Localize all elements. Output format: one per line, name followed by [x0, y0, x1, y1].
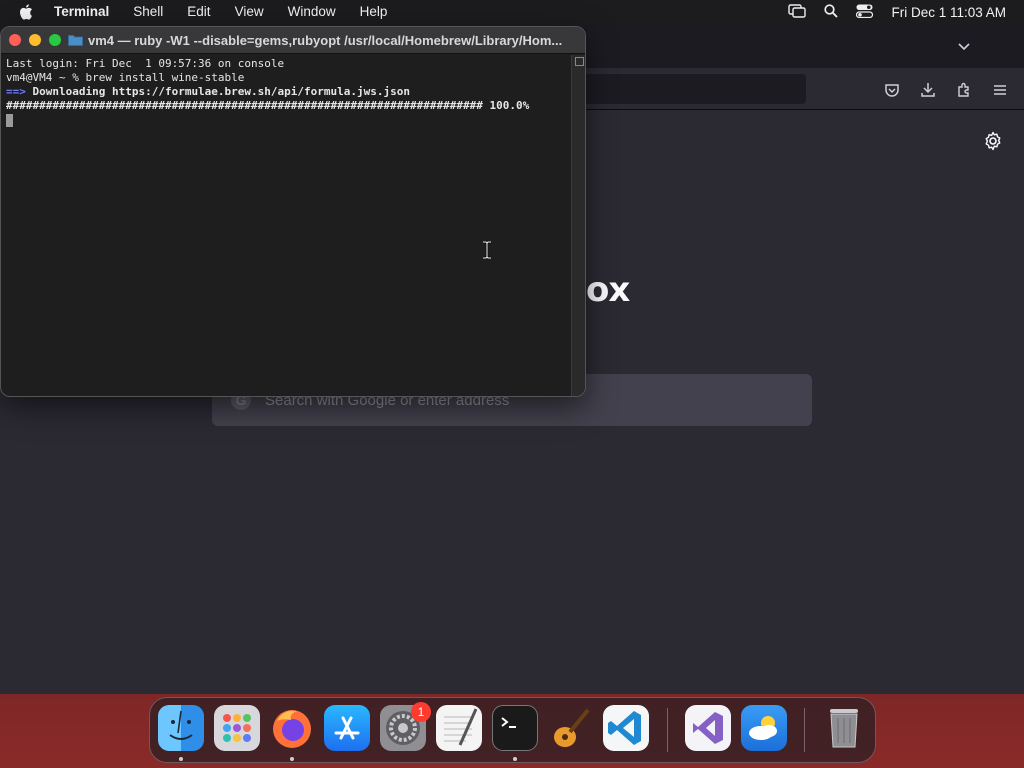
dock-vscode-icon[interactable] — [603, 705, 649, 751]
terminal-title-bar[interactable]: vm4 — ruby -W1 --disable=gems,rubyopt /u… — [1, 27, 585, 54]
apple-icon[interactable] — [16, 4, 36, 20]
ibeam-cursor-icon — [482, 240, 492, 260]
pocket-icon[interactable] — [883, 81, 901, 99]
close-button[interactable] — [9, 34, 21, 46]
finder-running-dot — [179, 757, 183, 761]
dock-terminal-icon[interactable] — [492, 705, 538, 751]
menu-app-terminal[interactable]: Terminal — [50, 0, 121, 24]
dock — [149, 697, 876, 763]
dock-visual-studio-icon[interactable] — [685, 705, 731, 751]
extensions-icon[interactable] — [955, 81, 973, 99]
menu-help[interactable]: Help — [348, 0, 400, 24]
gear-icon[interactable] — [983, 131, 1003, 151]
folder-icon — [68, 33, 83, 46]
dock-trash-icon[interactable] — [821, 705, 867, 751]
terminal-window[interactable]: vm4 — ruby -W1 --disable=gems,rubyopt /u… — [0, 26, 586, 397]
dock-textedit-icon[interactable] — [436, 705, 482, 751]
menu-clock[interactable]: Fri Dec 1 11:03 AM — [891, 5, 1006, 20]
terminal-title: vm4 — ruby -W1 --disable=gems,rubyopt /u… — [88, 33, 563, 48]
menu-view[interactable]: View — [223, 0, 276, 24]
dock-launchpad-icon[interactable] — [214, 705, 260, 751]
terminal-running-dot — [513, 757, 517, 761]
menu-bar: Terminal Shell Edit View Window Help Fri… — [0, 0, 1024, 24]
downloads-icon[interactable] — [919, 81, 937, 99]
list-all-tabs-icon[interactable] — [956, 38, 972, 54]
control-center-icon[interactable] — [856, 4, 874, 21]
login-line: Last login: Fri Dec 1 09:57:36 on consol… — [6, 57, 285, 70]
cursor-line — [6, 113, 571, 127]
menu-shell[interactable]: Shell — [121, 0, 175, 24]
prompt-line: vm4@VM4 ~ % brew install wine-stable — [6, 71, 245, 84]
download-text: Downloading https://formulae.brew.sh/api… — [25, 85, 410, 98]
firefox-running-dot — [290, 757, 294, 761]
text-cursor — [6, 114, 13, 127]
notification-badge: 1 — [411, 702, 431, 722]
terminal-output[interactable]: Last login: Fri Dec 1 09:57:36 on consol… — [1, 55, 571, 396]
menu-window[interactable]: Window — [276, 0, 348, 24]
progress-percent: 100.0% — [482, 99, 530, 112]
firefox-wordmark: ox — [586, 270, 630, 310]
dock-firefox-icon[interactable] — [269, 705, 315, 751]
dock-app-store-icon[interactable] — [324, 705, 370, 751]
dock-finder-icon[interactable] — [158, 705, 204, 751]
minimize-button[interactable] — [29, 34, 41, 46]
screen-mirroring-icon[interactable] — [788, 3, 807, 21]
progress-line: ########################################… — [6, 99, 571, 113]
terminal-scrollbar[interactable] — [571, 55, 585, 396]
dock-separator — [667, 708, 668, 752]
dock-separator — [804, 708, 805, 752]
dock-garageband-icon[interactable] — [548, 705, 594, 751]
marks-button[interactable] — [575, 57, 584, 66]
menu-edit[interactable]: Edit — [175, 0, 222, 24]
progress-bar: ########################################… — [6, 99, 483, 112]
zoom-button[interactable] — [49, 34, 61, 46]
firefox-url-bar[interactable] — [560, 74, 806, 104]
download-line: ==> Downloading https://formulae.brew.sh… — [6, 85, 571, 99]
spotlight-search-icon[interactable] — [824, 3, 839, 21]
brew-arrow: ==> — [6, 85, 26, 98]
dock-weather-icon[interactable] — [741, 705, 787, 751]
hamburger-menu-icon[interactable] — [991, 81, 1009, 99]
